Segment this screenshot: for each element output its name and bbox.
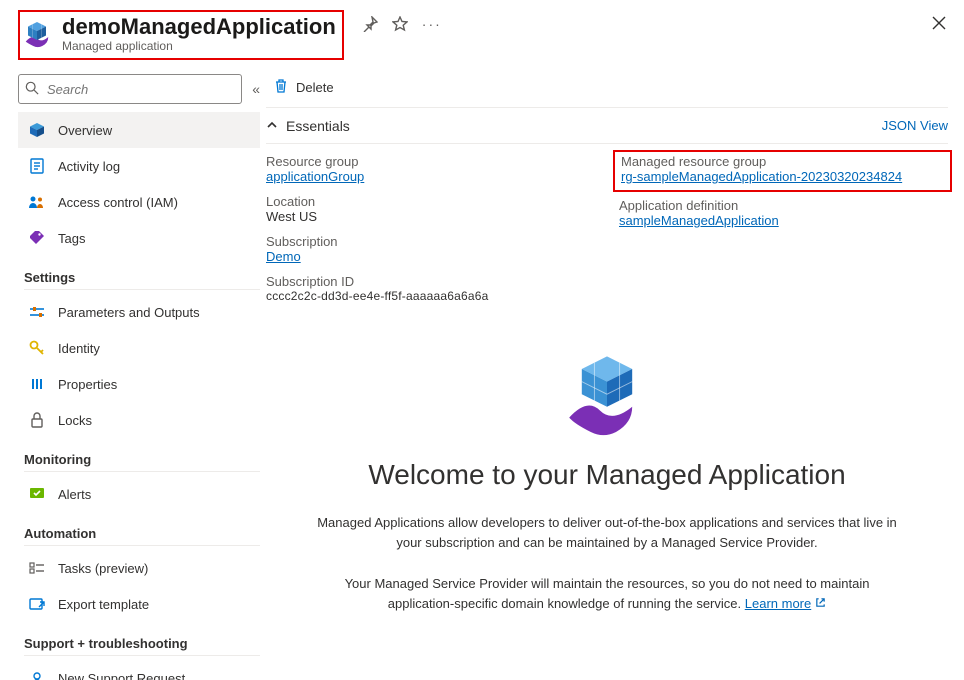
more-button[interactable]: ··· — [422, 16, 442, 32]
sidebar-item-identity[interactable]: Identity — [18, 330, 260, 366]
section-settings: Settings — [24, 270, 260, 290]
section-automation: Automation — [24, 526, 260, 546]
chevron-up-icon — [266, 118, 278, 134]
sidebar-item-new-support-request[interactable]: New Support Request — [18, 660, 260, 680]
command-bar: Delete — [266, 68, 948, 108]
sidebar-item-access-control[interactable]: Access control (IAM) — [18, 184, 260, 220]
close-button[interactable] — [932, 16, 946, 33]
sidebar-item-tags[interactable]: Tags — [18, 220, 260, 256]
sidebar-item-locks[interactable]: Locks — [18, 402, 260, 438]
sidebar-item-export-template[interactable]: Export template — [18, 586, 260, 622]
managed-app-large-icon — [562, 351, 652, 441]
sidebar-item-parameters-outputs[interactable]: Parameters and Outputs — [18, 294, 260, 330]
lock-icon — [28, 412, 46, 428]
key-icon — [28, 340, 46, 356]
tasks-icon — [28, 561, 46, 575]
sidebar-item-label: Tasks (preview) — [58, 561, 148, 576]
location-value: West US — [266, 209, 595, 224]
welcome-section: Welcome to your Managed Application Mana… — [266, 317, 948, 613]
main-content: Delete Essentials JSON View Resource gro… — [260, 68, 964, 680]
sidebar-item-label: Properties — [58, 377, 117, 392]
people-icon — [28, 195, 46, 209]
app-definition-link[interactable]: sampleManagedApplication — [619, 213, 779, 228]
sidebar-item-label: Export template — [58, 597, 149, 612]
json-view-link[interactable]: JSON View — [882, 118, 948, 133]
managed-rg-label: Managed resource group — [621, 154, 944, 169]
properties-icon — [28, 377, 46, 391]
trash-icon — [274, 78, 288, 97]
support-icon — [28, 670, 46, 680]
collapse-sidebar-button[interactable]: « — [252, 81, 260, 97]
subscription-id-value: cccc2c2c-dd3d-ee4e-ff5f-aaaaaa6a6a6a — [266, 289, 595, 303]
pin-button[interactable] — [362, 16, 378, 32]
cube-icon — [28, 122, 46, 138]
app-definition-label: Application definition — [619, 198, 948, 213]
search-icon — [25, 81, 39, 100]
welcome-paragraph-1: Managed Applications allow developers to… — [317, 513, 897, 552]
essentials-title: Essentials — [286, 118, 350, 134]
subscription-link[interactable]: Demo — [266, 249, 301, 264]
sidebar-item-label: Tags — [58, 231, 85, 246]
external-link-icon — [815, 594, 826, 614]
sidebar-item-overview[interactable]: Overview — [18, 112, 260, 148]
favorite-button[interactable] — [392, 16, 408, 32]
welcome-paragraph-2: Your Managed Service Provider will maint… — [317, 574, 897, 613]
section-monitoring: Monitoring — [24, 452, 260, 472]
essentials-panel: Resource group applicationGroup Location… — [266, 144, 948, 317]
essentials-toggle[interactable]: Essentials — [266, 118, 350, 134]
alert-icon — [28, 487, 46, 501]
managed-app-icon — [22, 19, 52, 49]
managed-rg-link[interactable]: rg-sampleManagedApplication-202303202348… — [621, 169, 902, 184]
sidebar: « Overview Activity log Access control (… — [0, 68, 260, 680]
tag-icon — [28, 230, 46, 246]
welcome-title: Welcome to your Managed Application — [286, 459, 928, 491]
section-support: Support + troubleshooting — [24, 636, 260, 656]
sidebar-item-properties[interactable]: Properties — [18, 366, 260, 402]
sidebar-item-label: Activity log — [58, 159, 120, 174]
location-label: Location — [266, 194, 595, 209]
sidebar-item-tasks[interactable]: Tasks (preview) — [18, 550, 260, 586]
sidebar-item-label: Alerts — [58, 487, 91, 502]
title-block: demoManagedApplication Managed applicati… — [18, 10, 344, 60]
delete-label: Delete — [296, 80, 334, 95]
sidebar-item-alerts[interactable]: Alerts — [18, 476, 260, 512]
sidebar-search-input[interactable] — [18, 74, 242, 104]
page-header: demoManagedApplication Managed applicati… — [0, 0, 964, 68]
sidebar-item-label: New Support Request — [58, 671, 185, 680]
sidebar-item-label: Overview — [58, 123, 112, 138]
sidebar-item-label: Access control (IAM) — [58, 195, 178, 210]
sidebar-item-label: Locks — [58, 413, 92, 428]
learn-more-link[interactable]: Learn more — [745, 594, 826, 614]
resource-group-link[interactable]: applicationGroup — [266, 169, 364, 184]
sliders-icon — [28, 306, 46, 318]
subscription-id-label: Subscription ID — [266, 274, 595, 289]
page-subtitle: Managed application — [62, 40, 336, 54]
page-title: demoManagedApplication — [62, 14, 336, 39]
resource-group-label: Resource group — [266, 154, 595, 169]
delete-button[interactable]: Delete — [266, 78, 342, 97]
export-icon — [28, 597, 46, 611]
log-icon — [28, 158, 46, 174]
sidebar-item-label: Identity — [58, 341, 100, 356]
sidebar-item-activity-log[interactable]: Activity log — [18, 148, 260, 184]
learn-more-label: Learn more — [745, 594, 811, 614]
subscription-label: Subscription — [266, 234, 595, 249]
sidebar-item-label: Parameters and Outputs — [58, 305, 200, 320]
